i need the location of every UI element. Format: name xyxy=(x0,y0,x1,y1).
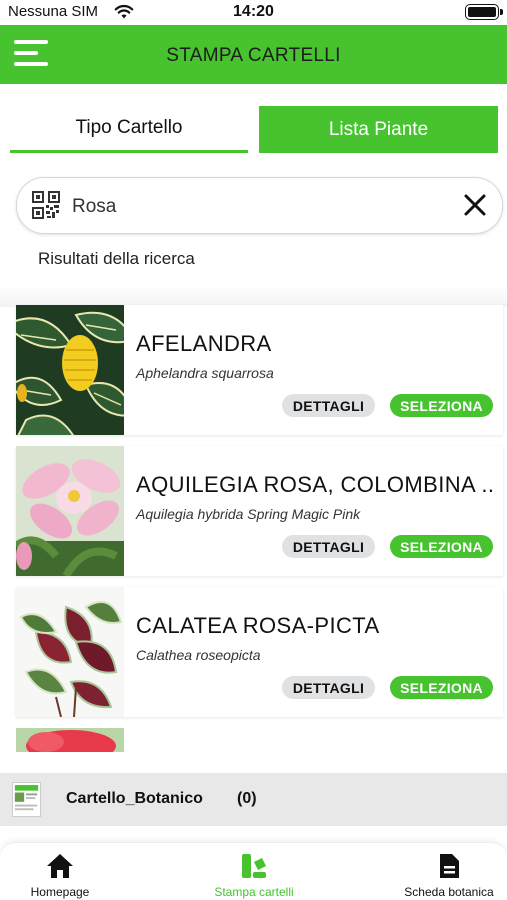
clock: 14:20 xyxy=(233,3,274,20)
tab-scheda-botanica[interactable]: Scheda botanica xyxy=(396,843,502,900)
select-button[interactable]: SELEZIONA xyxy=(390,676,493,699)
plant-card: AFELANDRA Aphelandra squarrosa DETTAGLI … xyxy=(16,305,503,435)
tab-homepage[interactable]: Homepage xyxy=(18,843,102,900)
plant-name: AQUILEGIA ROSA, COLOMBINA ... xyxy=(136,472,496,497)
plant-latin-name: Calathea roseopicta xyxy=(136,647,261,663)
plant-latin-name: Aquilegia hybrida Spring Magic Pink xyxy=(136,506,361,522)
tab-lista-piante[interactable]: Lista Piante xyxy=(259,106,498,153)
plant-card: CALATEA ROSA-PICTA Calathea roseopicta D… xyxy=(16,587,503,717)
details-button[interactable]: DETTAGLI xyxy=(282,535,375,558)
search-input[interactable]: Rosa xyxy=(72,196,116,218)
document-icon xyxy=(440,854,459,878)
plant-card: AQUILEGIA ROSA, COLOMBINA ... Aquilegia … xyxy=(16,446,503,576)
list-top-divider xyxy=(0,285,507,307)
qr-code-icon[interactable] xyxy=(32,191,60,219)
tab-label: Homepage xyxy=(30,885,90,899)
plant-thumbnail xyxy=(16,305,124,435)
search-bar[interactable]: Rosa xyxy=(16,177,503,234)
plant-name: AFELANDRA xyxy=(136,331,272,356)
bottom-tab-bar: Homepage Stampa cartelli Scheda botanica xyxy=(0,842,507,900)
clear-search-icon[interactable] xyxy=(462,192,488,218)
select-button[interactable]: SELEZIONA xyxy=(390,394,493,417)
plant-thumbnail xyxy=(16,446,124,576)
queue-count: (0) xyxy=(237,790,257,807)
tab-label: Stampa cartelli xyxy=(214,885,294,899)
print-labels-icon xyxy=(242,854,266,878)
plant-thumbnail xyxy=(16,587,124,717)
plant-thumbnail-partial xyxy=(16,728,124,752)
tab-stampa-cartelli[interactable]: Stampa cartelli xyxy=(203,843,305,900)
sign-template-thumbnail xyxy=(12,782,41,817)
battery-icon xyxy=(465,4,503,20)
tab-tipo-cartello[interactable]: Tipo Cartello xyxy=(10,106,248,153)
plant-name: CALATEA ROSA-PICTA xyxy=(136,613,380,638)
details-button[interactable]: DETTAGLI xyxy=(282,676,375,699)
select-button[interactable]: SELEZIONA xyxy=(390,535,493,558)
tab-label: Scheda botanica xyxy=(404,885,494,899)
page-title: STAMPA CARTELLI xyxy=(166,45,341,66)
results-heading: Risultati della ricerca xyxy=(38,249,195,268)
queue-template-name: Cartello_Botanico xyxy=(66,790,203,807)
status-bar: Nessuna SIM 14:20 xyxy=(0,0,507,24)
plant-latin-name: Aphelandra squarrosa xyxy=(136,365,274,381)
details-button[interactable]: DETTAGLI xyxy=(282,394,375,417)
print-queue-bar[interactable]: Cartello_Botanico (0) xyxy=(0,773,507,826)
app-header: STAMPA CARTELLI xyxy=(0,25,507,84)
home-icon xyxy=(47,854,73,878)
